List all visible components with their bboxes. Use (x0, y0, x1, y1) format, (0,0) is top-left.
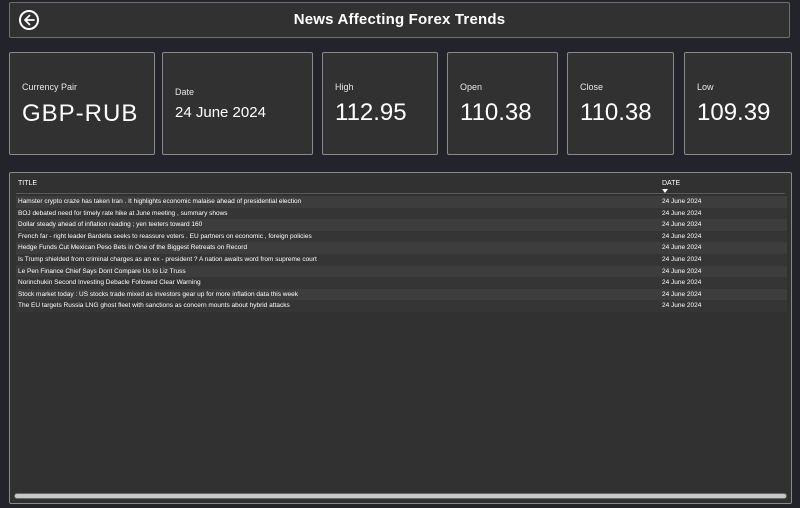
open-value: 110.38 (460, 99, 532, 126)
open-label: Open (460, 82, 483, 92)
row-date: 24 June 2024 (662, 232, 702, 240)
low-label: Low (697, 82, 714, 92)
card-open: Open 110.38 (447, 52, 558, 155)
high-value: 112.95 (335, 99, 407, 126)
card-currency-pair: Currency Pair GBP-RUB (9, 52, 155, 155)
title-bar: News Affecting Forex Trends (9, 2, 790, 38)
card-low: Low 109.39 (684, 52, 792, 155)
date-label: Date (175, 87, 195, 97)
table-row[interactable]: Le Pen Finance Chief Says Dont Compare U… (16, 265, 787, 278)
page-title: News Affecting Forex Trends (293, 11, 506, 28)
currency-pair-value: GBP-RUB (22, 100, 139, 127)
table-row[interactable]: Is Trump shielded from criminal charges … (16, 253, 787, 266)
row-date: 24 June 2024 (662, 290, 702, 298)
column-header-date[interactable]: DATE (662, 180, 680, 187)
row-title: Hamster crypto craze has taken Iran . It… (18, 198, 302, 205)
row-date: 24 June 2024 (662, 255, 702, 263)
table-row[interactable]: Hedge Funds Cut Mexican Peso Bets in One… (16, 242, 787, 254)
row-title: Hedge Funds Cut Mexican Peso Bets in One… (18, 244, 248, 252)
card-close: Close 110.38 (567, 52, 674, 155)
scrollbar-thumb[interactable] (15, 494, 786, 498)
table-row[interactable]: Stock market today : US stocks trade mix… (16, 288, 787, 301)
row-date: 24 June 2024 (662, 267, 702, 275)
row-title: Dollar steady ahead of inflation reading… (18, 221, 203, 229)
row-title: Stock market today : US stocks trade mix… (18, 290, 298, 298)
row-date: 24 June 2024 (662, 244, 702, 252)
header-divider (16, 193, 785, 194)
row-date: 24 June 2024 (662, 302, 702, 310)
close-label: Close (580, 82, 604, 92)
high-label: High (335, 82, 354, 92)
row-title: French far - right leader Bardella seeks… (18, 232, 312, 240)
table-row[interactable]: Dollar steady ahead of inflation reading… (16, 219, 787, 231)
row-title: The EU targets Russia LNG ghost fleet wi… (18, 302, 290, 310)
card-high: High 112.95 (322, 52, 438, 155)
row-title: Is Trump shielded from criminal charges … (18, 255, 317, 263)
row-date: 24 June 2024 (662, 198, 702, 205)
table-row[interactable]: The EU targets Russia LNG ghost fleet wi… (16, 300, 787, 312)
row-title: Le Pen Finance Chief Says Dont Compare U… (18, 267, 186, 275)
row-title: Norinchukin Second Investing Debacle Fol… (18, 279, 201, 287)
row-title: BOJ debated need for timely rate hike at… (18, 209, 228, 217)
currency-pair-label: Currency Pair (22, 82, 78, 92)
row-date: 24 June 2024 (662, 209, 702, 217)
table-row[interactable]: French far - right leader Bardella seeks… (16, 230, 787, 243)
row-date: 24 June 2024 (662, 279, 702, 287)
table-row[interactable]: Hamster crypto craze has taken Iran . It… (16, 196, 787, 208)
table-row[interactable]: BOJ debated need for timely rate hike at… (16, 207, 787, 220)
table-row[interactable]: Norinchukin Second Investing Debacle Fol… (16, 277, 787, 289)
row-date: 24 June 2024 (662, 221, 702, 229)
date-value: 24 June 2024 (175, 104, 266, 121)
table-body: Hamster crypto craze has taken Iran . It… (16, 196, 787, 312)
dashboard-page: News Affecting Forex Trends Currency Pai… (0, 0, 800, 508)
column-header-title[interactable]: TITLE (18, 180, 37, 187)
horizontal-scrollbar[interactable] (14, 493, 787, 499)
low-value: 109.39 (697, 99, 771, 126)
card-date: Date 24 June 2024 (162, 52, 313, 155)
close-value: 110.38 (580, 99, 652, 126)
news-table: TITLE DATE Hamster crypto craze has take… (9, 172, 792, 504)
